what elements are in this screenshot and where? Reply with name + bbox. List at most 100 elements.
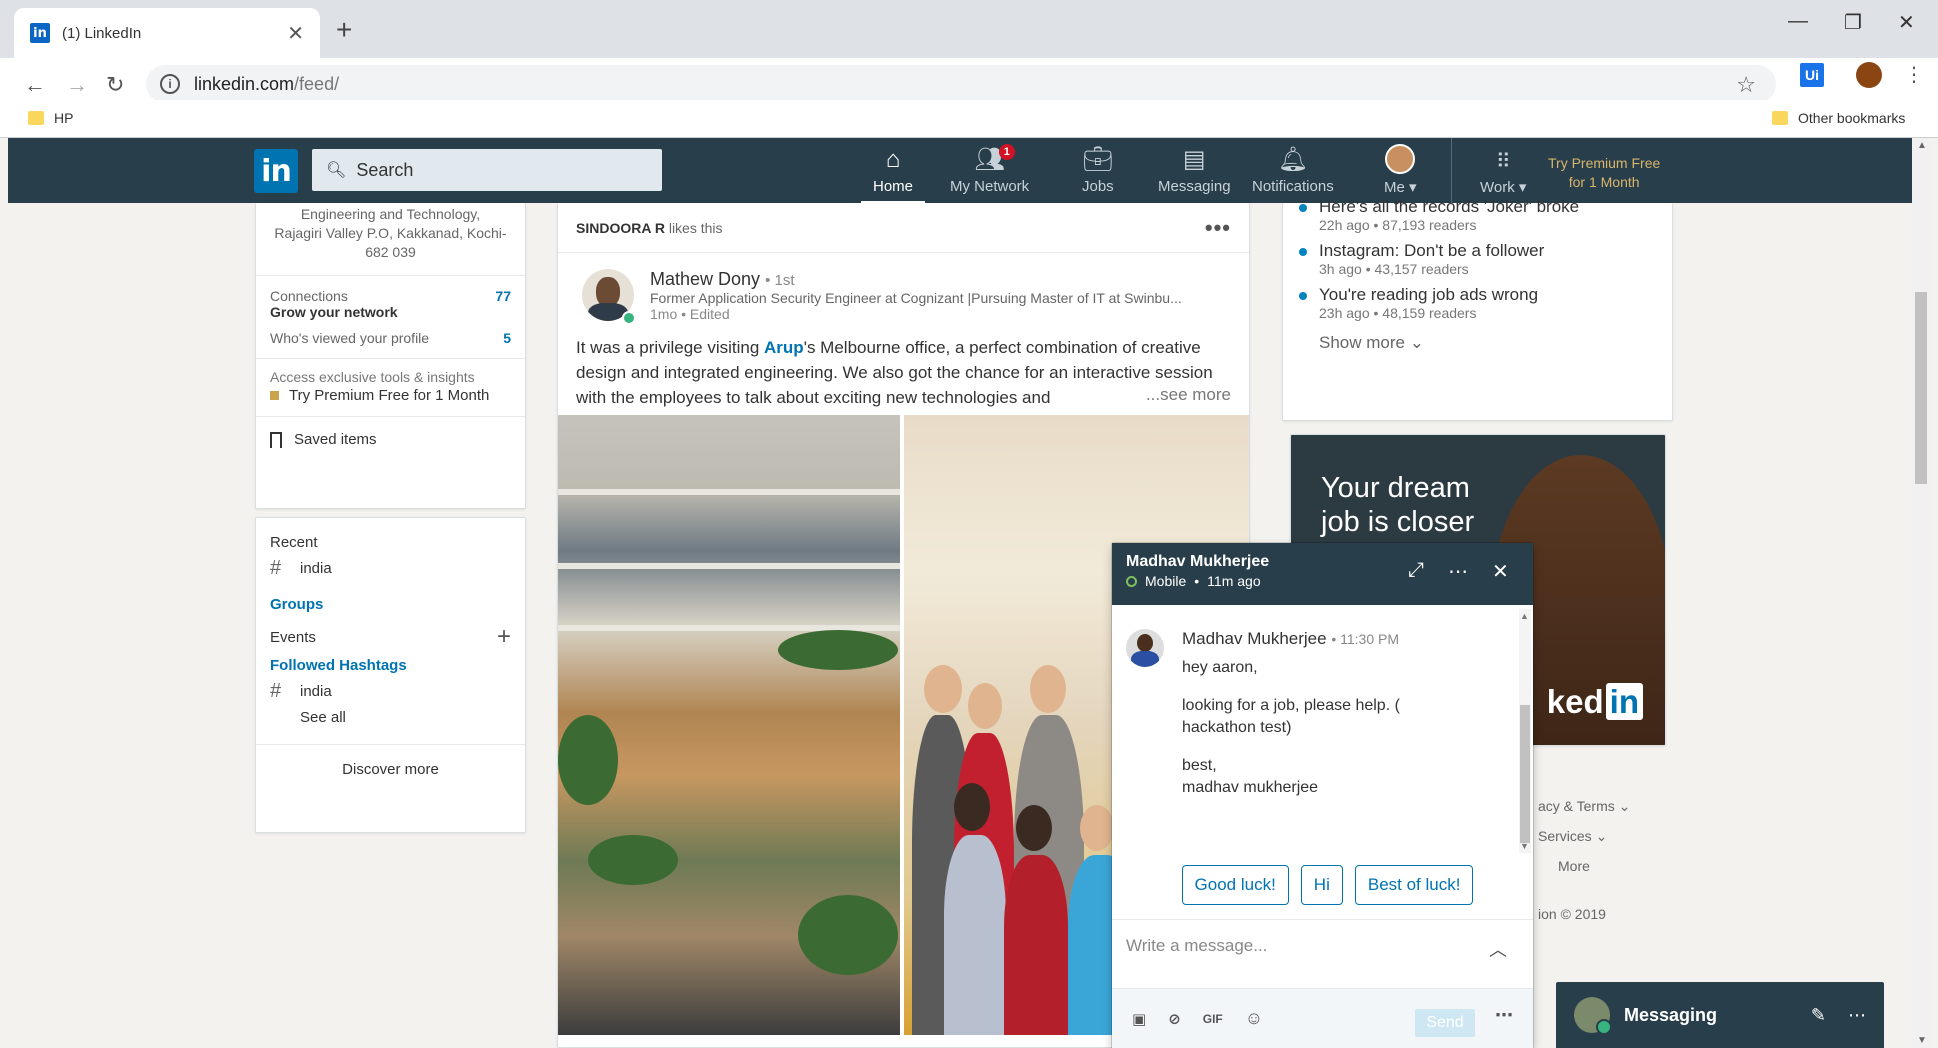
nav-notifications[interactable]: 🔔︎ Notifications: [1252, 144, 1334, 203]
add-event-plus-icon[interactable]: +: [497, 623, 511, 651]
bookmark-star-icon[interactable]: ☆: [1736, 72, 1756, 98]
recent-hashtag-india[interactable]: # india: [270, 557, 511, 580]
premium-try-label: Try Premium Free for 1 Month: [289, 387, 490, 404]
followed-hashtag-india[interactable]: # india: [270, 680, 511, 703]
attachment-icon[interactable]: ⊘: [1168, 1010, 1181, 1028]
site-info-icon[interactable]: i: [160, 74, 180, 94]
news-item[interactable]: Here's all the records 'Joker' broke 22h…: [1283, 197, 1672, 233]
close-chat-icon[interactable]: ✕: [1492, 559, 1509, 584]
saved-items-link[interactable]: Saved items: [256, 417, 525, 448]
more-options-icon[interactable]: ⋯: [1495, 1005, 1513, 1026]
message-sender-name[interactable]: Madhav Mukherjee: [1182, 629, 1327, 648]
connections-block[interactable]: Connections 77 Grow your network: [256, 276, 525, 320]
see-more-link[interactable]: ...see more: [1137, 382, 1231, 407]
url-input[interactable]: i linkedin.com/feed/ ☆: [146, 65, 1776, 103]
profile-viewers[interactable]: Who's viewed your profile 5: [256, 320, 525, 346]
emoji-icon[interactable]: ☺: [1245, 1008, 1263, 1029]
reload-icon[interactable]: ↻: [106, 72, 124, 98]
forward-icon[interactable]: →: [66, 72, 88, 98]
mobile-status-icon: [1126, 575, 1137, 587]
chevron-up-icon[interactable]: ︿: [1489, 936, 1507, 962]
browser-tab[interactable]: in (1) LinkedIn ✕: [14, 8, 320, 58]
chat-options-icon[interactable]: ⋯: [1448, 559, 1469, 584]
page-scrollbar[interactable]: ▲ ▼: [1912, 138, 1930, 1048]
jobs-icon: 💼︎: [1082, 146, 1114, 173]
connection-degree: • 1st: [765, 272, 795, 289]
nav-home[interactable]: ⌂ Home: [860, 144, 926, 203]
groups-link[interactable]: Groups: [270, 596, 511, 613]
search-box[interactable]: 🔍︎: [312, 149, 662, 191]
nav-messaging[interactable]: ▤ Messaging: [1158, 144, 1231, 203]
premium-promo[interactable]: Access exclusive tools & insights Try Pr…: [256, 359, 525, 404]
dock-avatar: [1574, 997, 1612, 1035]
nav-me[interactable]: Me ▾: [1384, 144, 1417, 203]
news-title: Instagram: Don't be a follower: [1319, 241, 1545, 260]
footer-privacy-terms[interactable]: acy & Terms ⌄: [1538, 798, 1630, 815]
followed-hashtags-link[interactable]: Followed Hashtags: [270, 657, 511, 674]
footer-more[interactable]: More: [1558, 858, 1590, 874]
smart-reply-button[interactable]: Good luck!: [1181, 865, 1289, 905]
profile-extension-icon[interactable]: [1856, 62, 1882, 88]
liker-name[interactable]: SINDOORA R: [576, 220, 665, 236]
scroll-down-icon[interactable]: ▼: [1917, 1035, 1927, 1046]
chevron-down-icon: ⌄: [1618, 798, 1631, 814]
discover-more-link[interactable]: Discover more: [256, 745, 525, 778]
company-mention-link[interactable]: Arup: [764, 338, 804, 357]
sender-avatar[interactable]: [1126, 629, 1164, 667]
smart-reply-button[interactable]: Hi: [1300, 865, 1343, 905]
bookmark-hp[interactable]: HP: [28, 110, 73, 126]
message-input[interactable]: Write a message... ︿: [1112, 919, 1533, 989]
my-network-icon: 👥︎ 1: [974, 144, 1015, 174]
minimize-icon[interactable]: —: [1788, 10, 1808, 33]
scroll-up-icon[interactable]: ▲: [1917, 140, 1927, 151]
browser-menu-icon[interactable]: ⋮: [1904, 62, 1924, 87]
dock-options-icon[interactable]: ⋯: [1848, 1005, 1866, 1026]
send-button[interactable]: Send: [1415, 1009, 1475, 1037]
scroll-thumb[interactable]: [1520, 705, 1530, 843]
expand-icon[interactable]: ⤢: [1408, 559, 1424, 582]
see-all-link[interactable]: See all: [270, 709, 511, 726]
scroll-thumb[interactable]: [1915, 292, 1927, 484]
linkedin-logo-icon[interactable]: in: [254, 149, 298, 193]
ui-extension-icon[interactable]: Ui: [1800, 63, 1824, 87]
search-input[interactable]: [356, 159, 637, 181]
hashtag-label: india: [300, 683, 332, 700]
news-item[interactable]: Instagram: Don't be a follower 3h ago • …: [1283, 241, 1672, 277]
tab-close-icon[interactable]: ✕: [287, 21, 304, 46]
nav-me-label: Me: [1384, 179, 1405, 196]
profile-address: Engineering and Technology, Rajagiri Val…: [256, 203, 525, 262]
scroll-up-icon[interactable]: ▲: [1520, 611, 1529, 621]
scroll-down-icon[interactable]: ▼: [1520, 841, 1529, 851]
profile-viewers-count: 5: [503, 330, 511, 346]
bookmark-other[interactable]: Other bookmarks: [1772, 110, 1905, 126]
chat-last-seen: 11m ago: [1207, 573, 1261, 589]
nav-work[interactable]: ⠿ Work ▾: [1480, 144, 1526, 203]
show-more-button[interactable]: Show more ⌄: [1283, 333, 1672, 353]
compose-icon[interactable]: ✎: [1811, 1005, 1826, 1026]
messaging-dock[interactable]: Messaging ✎ ⋯: [1556, 982, 1884, 1048]
bullet-icon: [1299, 292, 1307, 300]
image-attach-icon[interactable]: ▣: [1132, 1010, 1146, 1028]
try-premium-link[interactable]: Try Premium Free for 1 Month: [1548, 154, 1660, 192]
chat-scrollbar[interactable]: ▲ ▼: [1519, 609, 1531, 853]
address-line: Engineering and Technology,: [300, 206, 481, 222]
post-author[interactable]: Mathew Dony • 1st Former Application Sec…: [558, 253, 1249, 329]
restore-icon[interactable]: ❐: [1844, 10, 1862, 35]
message-line: hackathon test): [1182, 719, 1292, 736]
gif-icon[interactable]: GIF: [1203, 1012, 1223, 1026]
author-name[interactable]: Mathew Dony: [650, 269, 760, 289]
post-image-office[interactable]: [558, 415, 900, 1035]
smart-reply-button[interactable]: Best of luck!: [1354, 865, 1474, 905]
nav-jobs[interactable]: 💼︎ Jobs: [1082, 144, 1114, 203]
author-headline: Former Application Security Engineer at …: [650, 290, 1182, 306]
nav-my-network[interactable]: 👥︎ 1 My Network: [950, 144, 1029, 203]
new-tab-icon[interactable]: +: [336, 14, 352, 46]
post-menu-icon[interactable]: •••: [1205, 215, 1231, 241]
footer-services[interactable]: Services ⌄: [1538, 828, 1607, 845]
back-icon[interactable]: ←: [24, 72, 46, 98]
nav-jobs-label: Jobs: [1082, 178, 1114, 195]
bullet-icon: [1299, 204, 1307, 212]
chat-header[interactable]: Madhav Mukherjee Mobile • 11m ago ⤢ ⋯ ✕: [1112, 543, 1533, 605]
news-item[interactable]: You're reading job ads wrong 23h ago • 4…: [1283, 285, 1672, 321]
close-window-icon[interactable]: ✕: [1898, 10, 1915, 35]
